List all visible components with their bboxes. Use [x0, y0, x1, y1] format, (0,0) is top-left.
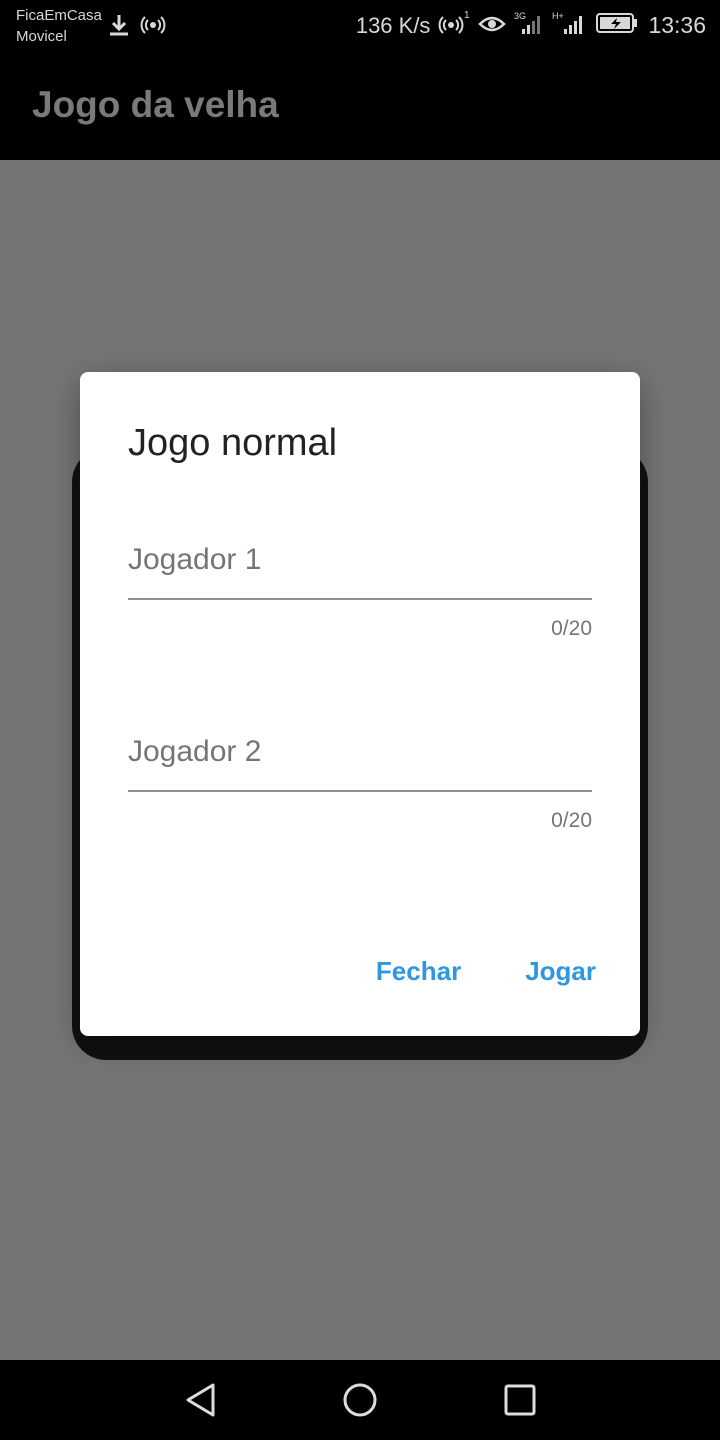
player-2-input[interactable]: [128, 722, 592, 792]
carrier-info: FicaEmCasa Movicel: [16, 5, 102, 47]
svg-text:1: 1: [464, 10, 470, 21]
download-icon: [106, 12, 132, 43]
back-icon[interactable]: [180, 1380, 220, 1420]
close-button[interactable]: Fechar: [376, 956, 461, 987]
play-button[interactable]: Jogar: [525, 956, 596, 987]
svg-text:H+: H+: [552, 11, 564, 21]
network-speed: 136 K/s: [355, 12, 431, 38]
player-1-field: 0/20: [128, 530, 592, 641]
svg-text:3G: 3G: [514, 11, 526, 21]
navigation-bar: [0, 1360, 720, 1440]
signal-3g-icon: 3G: [514, 10, 544, 41]
hotspot-icon: [140, 12, 166, 43]
player-2-char-counter: 0/20: [551, 809, 592, 832]
carrier-line-2: Movicel: [16, 28, 67, 45]
battery-charging-icon: [596, 12, 638, 39]
signal-h-plus-icon: H+: [552, 10, 588, 41]
new-game-dialog: Jogo normal 0/20 0/20 Fechar Jogar: [80, 372, 640, 1036]
status-bar: FicaEmCasa Movicel 136 K/s 1 3G H+ 13:36: [0, 0, 720, 50]
hotspot-1-icon: 1: [438, 9, 470, 42]
dialog-title: Jogo normal: [128, 422, 338, 464]
recents-icon[interactable]: [500, 1380, 540, 1420]
eye-icon: [478, 11, 507, 40]
clock: 13:36: [648, 12, 706, 38]
carrier-line-1: FicaEmCasa: [16, 7, 102, 24]
app-title: Jogo da velha: [32, 84, 279, 125]
home-icon[interactable]: [340, 1380, 380, 1420]
player-1-input[interactable]: [128, 530, 592, 600]
player-2-field: 0/20: [128, 722, 592, 833]
dialog-actions: Fechar Jogar: [376, 956, 596, 987]
player-1-char-counter: 0/20: [551, 617, 592, 640]
app-bar: Jogo da velha: [0, 50, 720, 160]
